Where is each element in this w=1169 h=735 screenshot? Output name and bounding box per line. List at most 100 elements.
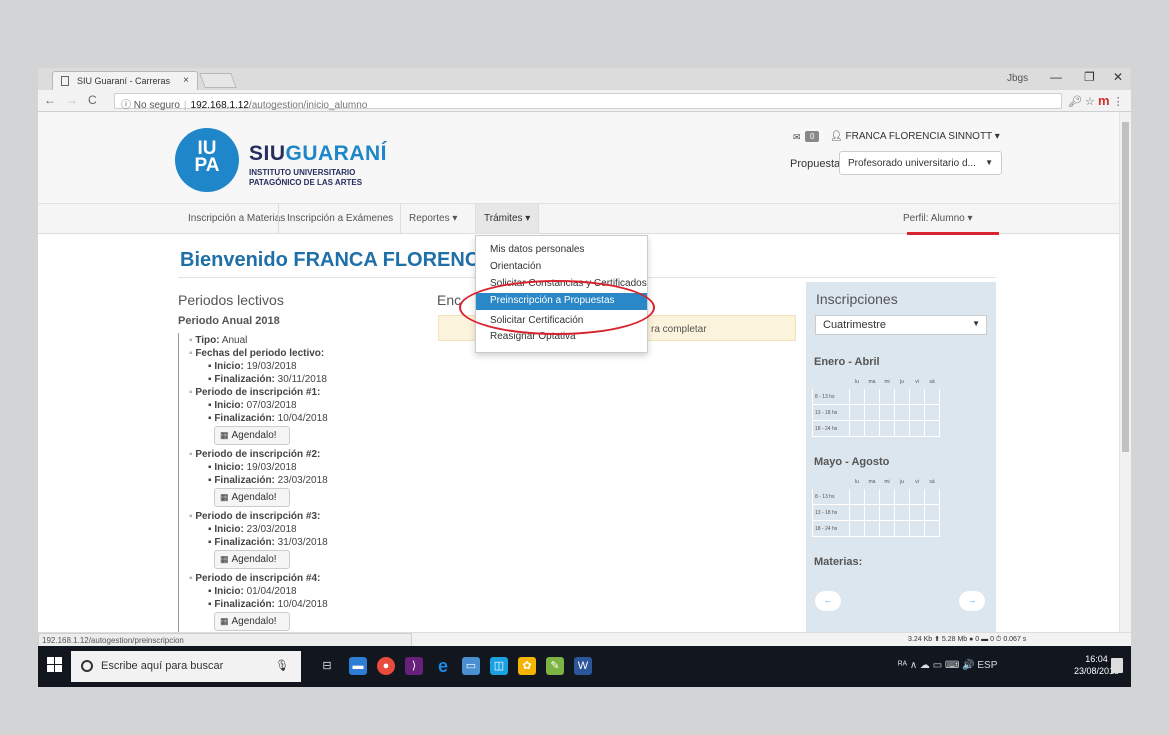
tree-line [178, 333, 179, 632]
new-tab-button[interactable] [199, 73, 237, 88]
calendar-icon: ▦ [220, 616, 229, 626]
app-icon[interactable]: ✿ [518, 657, 536, 675]
browser-tab-strip: SIU Guaraní - Carreras × Jbgs — ❐ ✕ [38, 68, 1131, 90]
menu-reasignar-optativa[interactable]: Reasignar Optativa [476, 329, 647, 346]
periodo-details: ◦ Tipo: Anual ◦ Fechas del periodo lecti… [178, 333, 448, 632]
url-host: 192.168.1.12 [190, 100, 249, 111]
browser-tab[interactable]: SIU Guaraní - Carreras × [52, 71, 198, 90]
agendalo-button-3[interactable]: ▦ Agendalo! [214, 550, 290, 569]
inscripcion-2-inicio: ▪ Inicio: 19/03/2018 [208, 462, 297, 473]
perfil-menu[interactable]: Perfil: Alumno ▾ [903, 213, 973, 224]
fechas-row: ◦ Fechas del periodo lectivo: [189, 348, 325, 359]
nav-inscripcion-examenes[interactable]: Inscripción a Exámenes [278, 204, 401, 234]
inscripcion-1-fin: ▪ Finalización: 10/04/2018 [208, 413, 328, 424]
propuesta-label: Propuesta: [790, 158, 844, 170]
perfil-highlight-underline [907, 232, 999, 235]
agendalo-button-1[interactable]: ▦ Agendalo! [214, 426, 290, 445]
browser-user-label[interactable]: Jbgs [1007, 73, 1028, 84]
next-arrow-button[interactable]: → [959, 591, 985, 611]
web-page: IU PA SIUGUARANÍ INSTITUTO UNIVERSITARIO … [38, 112, 1119, 632]
url-input[interactable]: ⓘ No seguro | 192.168.1.12/autogestion/ini… [114, 93, 1062, 111]
periodo-select-value: Cuatrimestre [823, 319, 886, 331]
inscripcion-1-label: ◦ Periodo de inscripción #1: [189, 387, 321, 398]
maximize-icon[interactable]: ❐ [1084, 70, 1095, 84]
close-window-icon[interactable]: ✕ [1113, 70, 1123, 84]
inscripciones-panel: Inscripciones Cuatrimestre ▼ Enero - Abr… [806, 282, 996, 632]
schedule-table-1: lu ma mi ju vi sá 8 - 13 hs 13 - 18 hs 18 - 2… [812, 374, 940, 437]
minimize-icon[interactable]: — [1050, 70, 1062, 84]
menu-dots-icon[interactable]: ⋮ [1113, 96, 1124, 108]
nav-reportes[interactable]: Reportes ▾ [400, 204, 465, 234]
propuesta-select[interactable]: Profesorado universitario d... ▼ [839, 151, 1002, 175]
agendalo-button-2[interactable]: ▦ Agendalo! [214, 488, 290, 507]
notepad-icon[interactable]: ✎ [546, 657, 564, 675]
calendar-icon: ▦ [220, 430, 229, 440]
word-icon[interactable]: W [574, 657, 592, 675]
iupa-logo[interactable]: IU PA [175, 128, 239, 192]
institution-line-1: INSTITUTO UNIVERSITARIO [249, 168, 356, 177]
menu-solicitar-constancias[interactable]: Solicitar Constancias y Certificados [476, 276, 647, 293]
system-tray[interactable]: ᴿᴬ ∧ ☁ ▭ ⌨ 🔊 ESP [898, 660, 997, 671]
fechas-fin: ▪ Finalización: 30/11/2018 [208, 374, 327, 385]
inscripcion-4-label: ◦ Periodo de inscripción #4: [189, 573, 321, 584]
agendalo-button-4[interactable]: ▦ Agendalo! [214, 612, 290, 631]
back-arrow-icon[interactable]: ← [44, 93, 56, 107]
section-mayo-agosto: Mayo - Agosto [814, 456, 890, 468]
inscripcion-3-inicio: ▪ Inicio: 23/03/2018 [208, 524, 297, 535]
inscripcion-2-label: ◦ Periodo de inscripción #2: [189, 449, 321, 460]
status-metrics: 3.24 Kb ⬆ 5.28 Mb ● 0 ▬ 0 ⏱ 0.067 s [908, 636, 1027, 643]
star-icon[interactable]: ☆ [1085, 96, 1095, 108]
brand-guarani: GUARANÍ [285, 142, 388, 165]
periodo-name: Periodo Anual 2018 [178, 315, 280, 327]
windows-taskbar: Escribe aquí para buscar 🎙︎ ⊟ ▬ ● ⟩ e ▭ … [38, 646, 1131, 687]
edge-icon[interactable]: e [434, 657, 452, 675]
reload-icon[interactable]: C [88, 93, 97, 107]
taskbar-search-input[interactable]: Escribe aquí para buscar 🎙︎ [71, 651, 301, 682]
browser-status-bar: 192.168.1.12/autogestion/preinscripcion … [38, 632, 1131, 647]
visual-studio-icon[interactable]: ⟩ [405, 657, 423, 675]
periodo-select[interactable]: Cuatrimestre ▼ [815, 315, 987, 335]
forward-arrow-icon[interactable]: → [66, 93, 78, 107]
page-scrollbar[interactable] [1119, 112, 1131, 632]
nav-tramites[interactable]: Trámites ▾ [475, 204, 540, 234]
calendar-icon: ▦ [220, 554, 229, 564]
fechas-inicio: ▪ Inicio: 19/03/2018 [208, 361, 297, 372]
menu-solicitar-certificacion[interactable]: Solicitar Certificación [476, 313, 647, 330]
institution-line-2: PATAGÓNICO DE LAS ARTES [249, 178, 363, 187]
inscripcion-1-inicio: ▪ Inicio: 07/03/2018 [208, 400, 297, 411]
siu-guarani-brand[interactable]: SIUGUARANÍ INSTITUTO UNIVERSITARIO PATAG… [249, 142, 387, 188]
search-placeholder: Escribe aquí para buscar [101, 660, 224, 672]
inscripciones-heading: Inscripciones [816, 291, 898, 307]
nav-inscripcion-materias[interactable]: Inscripción a Materias [180, 204, 293, 234]
remote-desktop-icon[interactable]: ▭ [462, 657, 480, 675]
scrollbar-thumb[interactable] [1122, 122, 1129, 452]
chrome-icon[interactable]: ● [377, 657, 395, 675]
microphone-icon[interactable]: 🎙︎ [275, 659, 289, 672]
user-name-label: FRANCA FLORENCIA SINNOTT ▾ [845, 131, 1000, 142]
menu-preinscripcion[interactable]: Preinscripción a Propuestas [476, 293, 647, 310]
outlook-icon[interactable]: ◫ [490, 657, 508, 675]
user-menu[interactable]: 👤︎ FRANCA FLORENCIA SINNOTT ▾ [830, 131, 1000, 142]
key-icon[interactable]: 🔑︎ [1068, 96, 1082, 108]
inscripcion-3-label: ◦ Periodo de inscripción #3: [189, 511, 321, 522]
prev-arrow-button[interactable]: ← [815, 591, 841, 611]
security-indicator[interactable]: ⓘ No seguro [121, 100, 180, 111]
task-view-icon[interactable]: ⊟ [318, 657, 336, 675]
user-icon: 👤︎ [830, 131, 846, 142]
envelope-icon[interactable]: ✉ [793, 132, 801, 143]
chevron-down-icon: ▼ [985, 158, 993, 167]
file-explorer-icon[interactable]: ▬ [349, 657, 367, 675]
message-count-badge[interactable]: 0 [805, 131, 820, 142]
tipo-row: ◦ Tipo: Anual [189, 335, 248, 346]
inscripcion-4-inicio: ▪ Inicio: 01/04/2018 [208, 586, 297, 597]
page-icon [61, 76, 69, 86]
notification-icon[interactable] [1111, 658, 1123, 673]
menu-orientacion[interactable]: Orientación [476, 259, 647, 276]
inscripcion-4-fin: ▪ Finalización: 10/04/2018 [208, 599, 328, 610]
tab-close-icon[interactable]: × [183, 75, 189, 86]
tab-title: SIU Guaraní - Carreras [77, 76, 171, 86]
extension-icon[interactable]: m [1098, 93, 1110, 108]
menu-mis-datos[interactable]: Mis datos personales [476, 242, 647, 259]
inscripcion-3-fin: ▪ Finalización: 31/03/2018 [208, 537, 328, 548]
windows-start-icon[interactable] [47, 657, 63, 673]
